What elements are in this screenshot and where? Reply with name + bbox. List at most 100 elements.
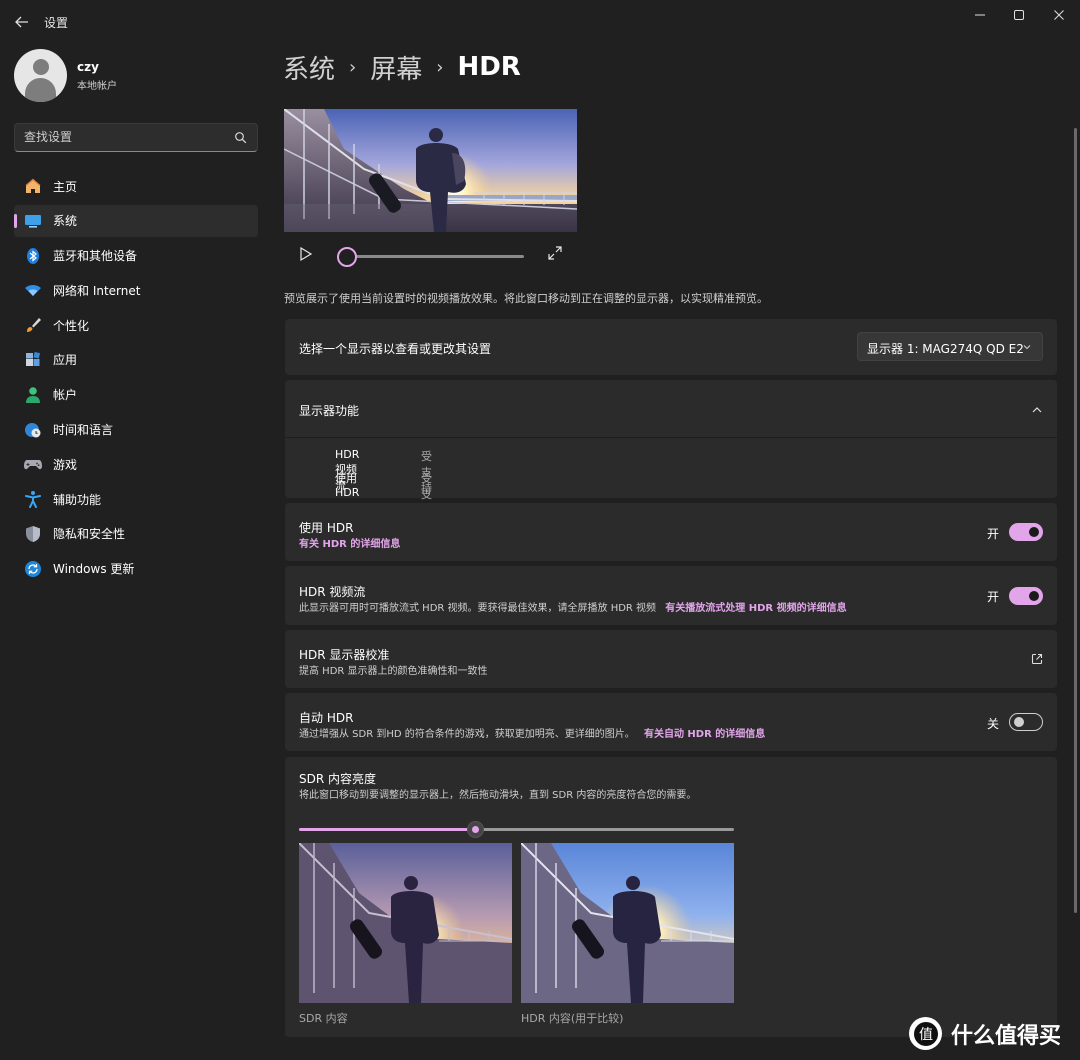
- watermark-text: 什么值得买: [951, 1023, 1062, 1049]
- sidebar-item-home[interactable]: 主页: [14, 170, 258, 202]
- breadcrumb-display[interactable]: 屏幕: [370, 49, 422, 86]
- use-hdr-toggle[interactable]: [1009, 523, 1043, 541]
- sdr-brightness-title: SDR 内容亮度: [299, 772, 377, 786]
- shield-icon: [24, 525, 42, 543]
- sdr-content-label: SDR 内容: [299, 1012, 348, 1025]
- accessibility-icon: [24, 490, 42, 509]
- hdr-stream-title: HDR 视频流: [299, 585, 366, 599]
- search-icon[interactable]: [234, 131, 247, 144]
- use-hdr-card: 使用 HDR 有关 HDR 的详细信息 开: [285, 503, 1057, 561]
- window-title: 设置: [44, 16, 69, 30]
- sidebar-item-apps[interactable]: 应用: [14, 344, 258, 376]
- use-hdr-state: 开: [986, 527, 999, 541]
- sidebar-item-label: 游戏: [53, 457, 78, 472]
- auto-hdr-title: 自动 HDR: [299, 711, 354, 725]
- close-button[interactable]: [1042, 4, 1076, 26]
- display-dropdown[interactable]: 显示器 1: MAG274Q QD E2: [857, 332, 1043, 361]
- calibration-desc: 提高 HDR 显示器上的颜色准确性和一致性: [299, 666, 488, 677]
- brush-icon: [24, 316, 42, 334]
- auto-hdr-info-link[interactable]: 有关自动 HDR 的详细信息: [644, 729, 765, 740]
- hdr-stream-toggle[interactable]: [1009, 587, 1043, 605]
- sidebar-item-network[interactable]: 网络和 Internet: [14, 274, 258, 306]
- hdr-stream-desc: 此显示器可用时可播放流式 HDR 视频。要获得最佳效果，请全屏播放 HDR 视频…: [299, 599, 847, 614]
- breadcrumb-system[interactable]: 系统: [283, 49, 335, 86]
- watermark: 值 什么值得买: [909, 1017, 1061, 1050]
- display-capabilities-card: 显示器功能 HDR 视频流 受支持 使用 HDR 受支持: [285, 380, 1057, 517]
- wifi-icon: [24, 281, 42, 299]
- svg-text:值: 值: [919, 1027, 933, 1043]
- page-title: HDR: [457, 52, 521, 82]
- sidebar-item-accounts[interactable]: 帐户: [14, 379, 258, 411]
- search-input[interactable]: [24, 130, 224, 144]
- person-icon: [24, 386, 42, 404]
- sidebar-item-label: 蓝牙和其他设备: [53, 249, 138, 264]
- hdr-content-label: HDR 内容(用于比较): [521, 1012, 624, 1025]
- play-icon[interactable]: [298, 246, 314, 262]
- hdr-content-image: [521, 843, 734, 1003]
- video-progress-track[interactable]: [350, 255, 524, 258]
- hdr-stream-desc-text: 此显示器可用时可播放流式 HDR 视频。要获得最佳效果，请全屏播放 HDR 视频: [299, 603, 657, 614]
- sidebar-item-time-language[interactable]: 时间和语言: [14, 414, 258, 446]
- sidebar-item-label: 主页: [53, 179, 78, 194]
- chevron-right-icon: ›: [436, 56, 444, 78]
- chevron-down-icon: [1023, 345, 1031, 350]
- maximize-button[interactable]: [1002, 4, 1036, 26]
- back-arrow-icon: [15, 16, 28, 28]
- sidebar-item-personalization[interactable]: 个性化: [14, 309, 258, 341]
- apps-icon: [24, 351, 42, 369]
- sidebar-item-label: 应用: [53, 353, 78, 368]
- auto-hdr-state: 关: [986, 717, 999, 731]
- sdr-brightness-slider-fill[interactable]: [299, 828, 475, 831]
- auto-hdr-card: 自动 HDR 通过增强从 SDR 到HD 的符合条件的游戏，获取更加明亮、更详细…: [285, 693, 1057, 751]
- maximize-icon: [1014, 10, 1024, 20]
- title-bar: 设置: [0, 0, 1080, 42]
- search-box[interactable]: [14, 123, 258, 152]
- sdr-brightness-slider-thumb[interactable]: [467, 821, 484, 838]
- auto-hdr-toggle[interactable]: [1009, 713, 1043, 731]
- monitor-icon: [24, 212, 42, 230]
- capabilities-header[interactable]: 显示器功能: [285, 380, 1057, 438]
- auto-hdr-desc-text: 通过增强从 SDR 到HD 的符合条件的游戏，获取更加明亮、更详细的图片。: [299, 729, 635, 740]
- display-select-card: 选择一个显示器以查看或更改其设置 显示器 1: MAG274Q QD E2: [285, 319, 1057, 375]
- avatar: [14, 49, 67, 102]
- watermark-logo: 值: [909, 1017, 942, 1050]
- open-external-icon[interactable]: [1031, 653, 1043, 665]
- use-hdr-title: 使用 HDR: [299, 521, 354, 535]
- sidebar-item-label: 时间和语言: [53, 423, 114, 438]
- hdr-info-link[interactable]: 有关 HDR 的详细信息: [299, 535, 400, 550]
- hdr-calibration-card[interactable]: HDR 显示器校准 提高 HDR 显示器上的颜色准确性和一致性: [285, 630, 1057, 688]
- breadcrumb: 系统 › 屏幕 › HDR: [283, 49, 521, 86]
- home-icon: [24, 177, 42, 195]
- sidebar-item-accessibility[interactable]: 辅助功能: [14, 483, 258, 515]
- sidebar-item-label: 系统: [53, 214, 78, 229]
- sidebar-item-privacy[interactable]: 隐私和安全性: [14, 518, 258, 550]
- minimize-icon: [975, 14, 985, 16]
- globe-clock-icon: [24, 421, 42, 439]
- scrollbar[interactable]: [1074, 128, 1077, 913]
- bluetooth-icon: [24, 247, 42, 265]
- chevron-up-icon[interactable]: [1031, 404, 1043, 416]
- video-player-controls: [284, 240, 577, 270]
- sdr-brightness-slider-track[interactable]: [475, 828, 734, 831]
- back-button[interactable]: [10, 10, 34, 34]
- update-icon: [24, 560, 42, 578]
- video-progress-thumb[interactable]: [337, 247, 357, 267]
- hdr-stream-info-link[interactable]: 有关播放流式处理 HDR 视频的详细信息: [665, 603, 846, 614]
- capabilities-title: 显示器功能: [299, 404, 360, 418]
- fullscreen-icon[interactable]: [548, 246, 562, 260]
- user-profile[interactable]: czy 本地帐户: [14, 49, 117, 102]
- calibration-title: HDR 显示器校准: [299, 648, 390, 662]
- sidebar-item-label: Windows 更新: [53, 562, 135, 577]
- gamepad-icon: [24, 455, 42, 473]
- minimize-button[interactable]: [963, 4, 997, 26]
- sidebar-nav: 主页 系统 蓝牙和其他设备 网络和 Internet 个性化 应用 帐户 时间和…: [14, 170, 258, 588]
- display-select-label: 选择一个显示器以查看或更改其设置: [299, 342, 492, 356]
- sidebar-item-system[interactable]: 系统: [14, 204, 258, 237]
- sidebar-item-label: 网络和 Internet: [53, 283, 141, 298]
- sidebar-item-bluetooth[interactable]: 蓝牙和其他设备: [14, 240, 258, 272]
- sidebar-item-gaming[interactable]: 游戏: [14, 448, 258, 480]
- sidebar-item-label: 个性化: [53, 318, 90, 333]
- sidebar-item-windows-update[interactable]: Windows 更新: [14, 553, 258, 585]
- sdr-brightness-desc: 将此窗口移动到要调整的显示器上，然后拖动滑块，直到 SDR 内容的亮度符合您的需…: [299, 790, 697, 801]
- sdr-content-image: [299, 843, 512, 1003]
